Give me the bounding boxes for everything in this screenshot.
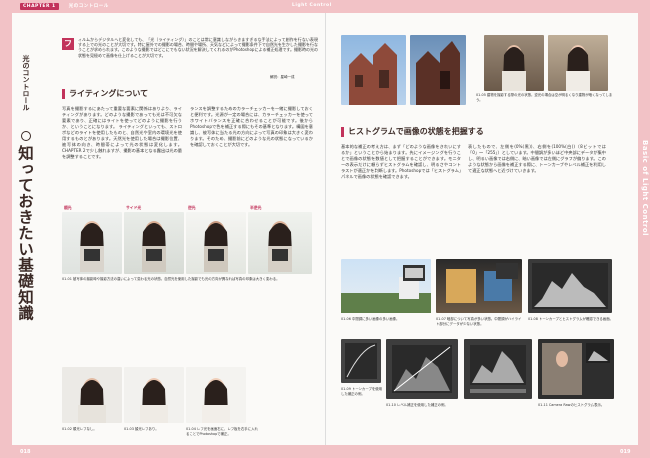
chapter-title: 光のコントロール: [68, 4, 109, 9]
body-column-2: ランスを調整するためのカラーチェッカーを一緒に撮影しておくと便利です。光源が一定…: [190, 106, 313, 147]
section-heading-histogram: ヒストグラムで画像の状態を把握する: [341, 127, 484, 137]
side-subtitle: 光のコントロール: [22, 55, 30, 111]
byline: 解説：星崎一成: [270, 75, 295, 79]
page-number-left: 018: [20, 449, 31, 455]
body-column-1: 写真を撮影するにあたって重要な要素に関係はありより、ライティングがあります。どの…: [62, 106, 182, 159]
side-label-basic-light-control: Basic of Light Control: [641, 140, 649, 237]
intro-initial: フ: [62, 38, 74, 50]
screenshot-storefront: [436, 259, 522, 313]
chapter-header: CHAPTER 1 光のコントロール: [20, 3, 109, 10]
photo-portrait-5: [62, 367, 122, 423]
caption-photo-row: 01-01 被写体の撮影時や撮影方法の違いによって変わる光の状態。自然光を使用し…: [62, 277, 280, 281]
photo-portrait-6: [124, 367, 184, 423]
photo-portrait-4: [248, 212, 312, 274]
caption-shot-4: 01-09 トーンカーブを使用した補正の例。: [341, 387, 383, 396]
side-title: 知っておきたい基礎知識: [16, 145, 34, 321]
photo-woman-1: [484, 35, 544, 91]
label-front-light: 順光: [64, 205, 72, 210]
photo-building-dark: [410, 35, 466, 105]
photo-portrait-1: [62, 212, 122, 274]
left-page: 光のコントロール 知っておきたい基礎知識 フ ィルムからデジタルへと変化しても、…: [12, 13, 325, 445]
caption-photo-6: 01-03 顔光レフあり。: [124, 427, 159, 431]
right-page: 01-05 建物を撮影する際の光の状態。逆光の場合は空が明るくなり建物が暗くなっ…: [326, 13, 638, 445]
pen-icon: [21, 131, 31, 141]
photo-building: [341, 35, 406, 105]
photo-portrait-3: [186, 212, 246, 274]
page-number-right: 019: [620, 449, 631, 455]
chapter-label: CHAPTER 1: [20, 3, 59, 10]
caption-shot-5: 01-10 レベル補正を使用した補正の例。: [386, 403, 448, 407]
body-column-4: 表したもので、左側を(0%(黒))、右側を(100%(白))（8ビットでは「0」…: [468, 144, 606, 173]
body-column-3: 基本的な補正の考え方は、まず「どのような画像をきれいにするか」ということから始ま…: [341, 144, 461, 179]
screenshot-camera-raw: [538, 339, 614, 399]
caption-top-right: 01-05 建物を撮影する際の光の状態。逆光の場合は空が明るくなり建物が暗くなっ…: [476, 93, 613, 102]
screenshot-histogram-panel: [528, 259, 612, 313]
label-back-light: 逆光: [188, 205, 196, 210]
section-heading-lighting: ライティングについて: [62, 89, 148, 99]
screenshot-tone-curve: [386, 339, 458, 399]
photo-portrait-2: [124, 212, 184, 274]
caption-photo-5: 01-02 順光レフなし。: [62, 427, 97, 431]
caption-photo-7: 01-04 レフ光を画面右に、レフ板を右手に入れることでPhotoshopで補正…: [186, 427, 258, 436]
caption-shot-1: 01-06 中間調に多い画像の多い画像。: [341, 317, 400, 321]
caption-shot-6: 01-11 Camera Rawのヒストグラム表示。: [538, 403, 605, 407]
photo-woman-2: [548, 35, 608, 91]
label-side-light: サイド光: [126, 205, 142, 210]
magazine-spread: CHAPTER 1 光のコントロール Light Control 光のコントロー…: [0, 0, 650, 458]
section-title-en: Light Control: [292, 3, 332, 8]
photo-portrait-7: [186, 367, 246, 423]
screenshot-levels: [464, 339, 532, 399]
caption-shot-3: 01-08 トーンカーブとヒストグラムが確認できる画面。: [528, 317, 613, 321]
screenshot-sky-photo: [341, 259, 431, 313]
label-half-back-light: 半逆光: [250, 205, 262, 210]
caption-shot-2: 01-07 暗部について写真が多い状態。中間調がハイライト部分にデータが少ない状…: [436, 317, 522, 326]
screenshot-curve-small: [341, 339, 381, 383]
intro-text: ィルムからデジタルへと変化しても、「光（ライティング）」のことは常に意識しながら…: [78, 37, 318, 58]
